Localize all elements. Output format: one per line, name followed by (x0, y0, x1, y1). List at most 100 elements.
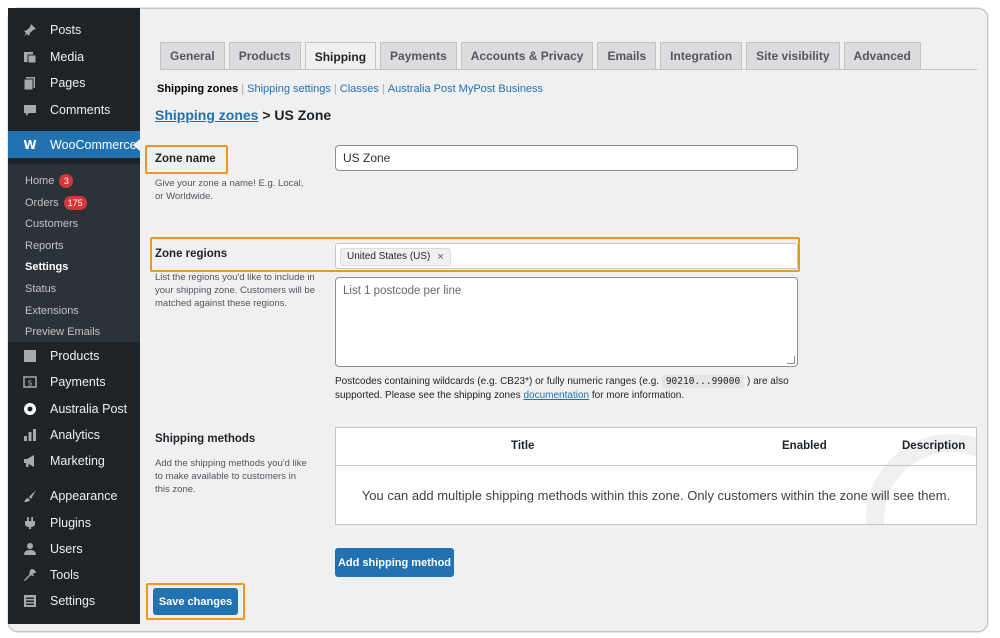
submenu-item-status[interactable]: Status (25, 280, 56, 298)
subnav-separator: | (381, 83, 385, 95)
zone-name-description: Give your zone a name! E.g. Local, or Wo… (155, 178, 304, 202)
region-chip-label: United States (US) (347, 251, 431, 262)
sidebar-label: Settings (50, 594, 96, 608)
pin-icon (22, 22, 38, 38)
main-content: General Products Shipping Payments Accou… (140, 8, 987, 632)
tab-site-visibility[interactable]: Site visibility (746, 42, 840, 69)
sidebar-label: Marketing (50, 454, 105, 468)
sidebar-item-comments[interactable]: Comments (8, 97, 140, 123)
submenu-item-home[interactable]: Home 3 (25, 172, 74, 190)
subnav-australia-post[interactable]: Australia Post MyPost Business (388, 83, 543, 95)
sidebar-label: Users (50, 542, 83, 556)
australia-post-icon (22, 401, 38, 417)
zone-regions-description: List the regions you'd like to include i… (155, 272, 315, 309)
tab-shipping[interactable]: Shipping (304, 42, 377, 70)
sidebar-label: WooCommerce (50, 137, 137, 152)
sidebar-item-pages[interactable]: Pages (8, 70, 140, 96)
sidebar-label: Products (50, 349, 100, 363)
breadcrumb-shipping-zones-link[interactable]: Shipping zones (155, 107, 258, 123)
sidebar-item-payments[interactable]: $ Payments (8, 369, 140, 395)
users-icon (22, 541, 38, 557)
current-menu-arrow (133, 139, 140, 151)
count-badge: 3 (59, 174, 74, 188)
pages-icon (22, 75, 38, 91)
sidebar-item-tools[interactable]: Tools (8, 562, 140, 588)
media-icon (22, 49, 38, 65)
shipping-methods-description: Add the shipping methods you'd like to m… (155, 458, 307, 495)
breadcrumb-current: > US Zone (258, 107, 332, 123)
sidebar-item-appearance[interactable]: Appearance (8, 483, 140, 509)
subnav-shipping-settings[interactable]: Shipping settings (247, 83, 331, 95)
column-title: Title (511, 440, 535, 452)
submenu-item-settings[interactable]: Settings (25, 258, 68, 276)
sidebar-label: Comments (50, 103, 111, 117)
submenu-item-preview-emails[interactable]: Preview Emails (25, 323, 100, 341)
sidebar-label: Appearance (50, 489, 118, 503)
products-icon (22, 348, 38, 364)
count-badge: 175 (63, 196, 87, 210)
subnav-shipping-zones[interactable]: Shipping zones (157, 83, 238, 95)
documentation-link[interactable]: documentation (523, 390, 589, 401)
megaphone-icon (22, 453, 38, 469)
submenu-label: Home (25, 175, 55, 187)
woocommerce-submenu: Home 3 Orders 175 Customers Reports Sett… (8, 164, 140, 342)
subnav-separator: | (241, 83, 245, 95)
sidebar-label: Tools (50, 568, 80, 582)
wrench-icon (22, 567, 38, 583)
tab-emails[interactable]: Emails (597, 42, 657, 69)
analytics-icon (22, 427, 38, 443)
sidebar-item-marketing[interactable]: Marketing (8, 448, 140, 474)
tab-accounts-privacy[interactable]: Accounts & Privacy (460, 42, 594, 69)
postcodes-textarea[interactable]: List 1 postcode per line (335, 277, 798, 367)
table-header: Title Enabled Description (336, 428, 976, 466)
page-title: Shipping zones > US Zone (155, 107, 331, 123)
brush-icon (22, 488, 38, 504)
shipping-methods-table: Title Enabled Description You can add mu… (335, 427, 977, 525)
comments-icon (22, 102, 38, 118)
save-changes-button[interactable]: Save changes (153, 588, 238, 615)
sidebar-label: Australia Post (50, 402, 128, 416)
payments-icon: $ (22, 374, 38, 390)
shipping-subnav: Shipping zones | Shipping settings | Cla… (157, 83, 543, 95)
tab-integration[interactable]: Integration (660, 42, 743, 69)
zone-name-input[interactable]: US Zone (335, 145, 798, 171)
sidebar-item-products[interactable]: Products (8, 343, 140, 369)
zone-regions-select[interactable]: United States (US) × (335, 243, 798, 269)
add-shipping-method-button[interactable]: Add shipping method (335, 548, 454, 577)
sidebar-item-users[interactable]: Users (8, 536, 140, 562)
settings-tabs: General Products Shipping Payments Accou… (160, 42, 921, 70)
sidebar-item-media[interactable]: Media (8, 44, 140, 70)
sidebar-label: Payments (50, 375, 106, 389)
settings-icon (22, 593, 38, 609)
subnav-classes[interactable]: Classes (340, 83, 379, 95)
submenu-item-customers[interactable]: Customers (25, 215, 78, 233)
woocommerce-icon: W (23, 137, 37, 152)
tab-advanced[interactable]: Advanced (843, 42, 921, 69)
submenu-item-extensions[interactable]: Extensions (25, 302, 79, 320)
sidebar-label: Plugins (50, 516, 91, 530)
submenu-label: Orders (25, 197, 59, 209)
column-enabled: Enabled (782, 440, 827, 452)
sidebar-item-posts[interactable]: Posts (8, 17, 140, 43)
region-chip: United States (US) × (340, 247, 451, 266)
postcode-help-text: Postcodes containing wildcards (e.g. CB2… (335, 375, 805, 403)
sidebar-label: Media (50, 50, 85, 64)
resize-handle[interactable] (787, 356, 795, 364)
sidebar-label: Pages (50, 76, 86, 90)
sidebar-item-settings[interactable]: Settings (8, 588, 140, 614)
tabs-divider (160, 69, 977, 70)
sidebar-item-analytics[interactable]: Analytics (8, 422, 140, 448)
sidebar-item-australia-post[interactable]: Australia Post (8, 396, 140, 422)
submenu-item-orders[interactable]: Orders 175 (25, 194, 87, 212)
submenu-item-reports[interactable]: Reports (25, 237, 64, 255)
sidebar-item-plugins[interactable]: Plugins (8, 510, 140, 536)
tab-products[interactable]: Products (228, 42, 301, 69)
subnav-separator: | (333, 83, 337, 95)
sidebar-item-woocommerce[interactable]: W WooCommerce (8, 131, 140, 158)
remove-region-icon[interactable]: × (437, 251, 443, 263)
tab-payments[interactable]: Payments (380, 42, 457, 69)
tab-general[interactable]: General (160, 42, 225, 69)
postcode-range-example: 90210...99000 (661, 375, 745, 388)
admin-sidebar: Posts Media Pages Comments W WooCommerce… (8, 8, 140, 624)
help-text-part: for more information. (589, 390, 685, 401)
